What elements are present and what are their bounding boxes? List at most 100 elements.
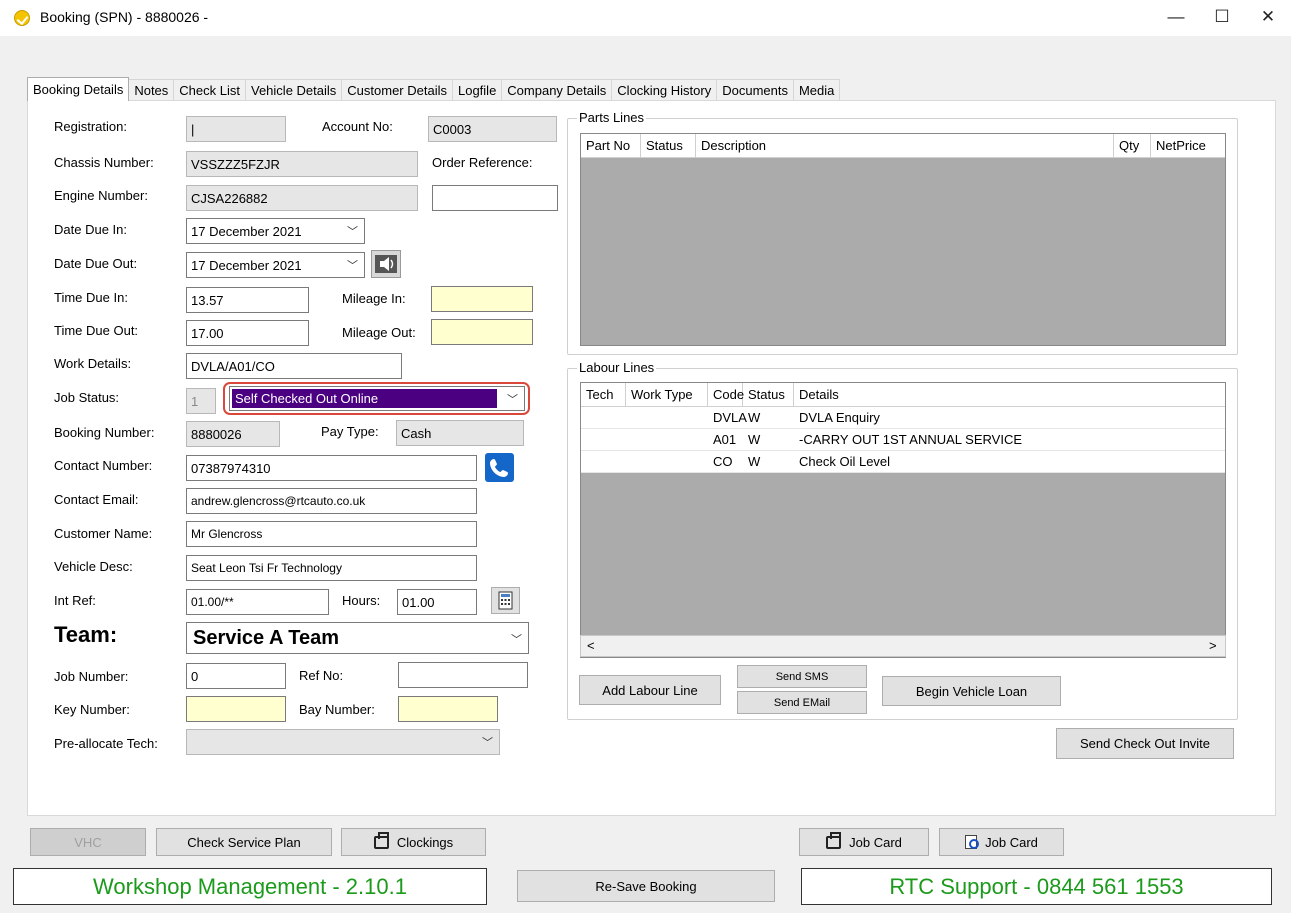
order-reference-field[interactable] xyxy=(432,185,558,211)
time-due-in-field[interactable]: 13.57 xyxy=(186,287,309,313)
mileage-in-field[interactable] xyxy=(431,286,533,312)
contact-email-field[interactable]: andrew.glencross@rtcauto.co.uk xyxy=(186,488,477,514)
add-labour-line-button[interactable]: Add Labour Line xyxy=(579,675,721,705)
date-due-in-picker[interactable]: 17 December 2021 ﹀ xyxy=(186,218,365,244)
tab-check-list[interactable]: Check List xyxy=(173,79,246,101)
contact-number-field[interactable]: 07387974310 xyxy=(186,455,477,481)
engine-field[interactable]: CJSA226882 xyxy=(186,185,418,211)
scroll-right-icon[interactable]: > xyxy=(1209,638,1217,653)
time-due-out-label: Time Due Out: xyxy=(54,323,139,338)
hours-label: Hours: xyxy=(342,593,381,608)
minimize-button[interactable]: — xyxy=(1153,0,1199,34)
mileage-in-label: Mileage In: xyxy=(342,291,406,306)
pay-type-field[interactable]: Cash xyxy=(396,420,524,446)
tab-vehicle-details[interactable]: Vehicle Details xyxy=(245,79,343,101)
phone-icon xyxy=(490,459,508,477)
chevron-down-icon: ﹀ xyxy=(511,634,522,646)
job-status-label: Job Status: xyxy=(54,390,120,405)
tab-customer-details[interactable]: Customer Details xyxy=(341,79,453,101)
preview-job-card-button[interactable]: Job Card xyxy=(939,828,1064,856)
workshop-version-box: Workshop Management - 2.10.1 xyxy=(13,868,487,905)
chassis-field[interactable]: VSSZZZ5FZJR xyxy=(186,151,418,177)
tab-clocking-history[interactable]: Clocking History xyxy=(611,79,718,101)
labour-row[interactable]: DVLA W DVLA Enquiry xyxy=(581,407,1225,429)
support-phone-box: RTC Support - 0844 561 1553 xyxy=(801,868,1272,905)
parts-lines-grid[interactable]: Part No Status Description Qty NetPrice xyxy=(580,133,1226,346)
job-status-value: Self Checked Out Online xyxy=(232,389,497,408)
send-check-out-invite-button[interactable]: Send Check Out Invite xyxy=(1056,728,1234,759)
col-qty[interactable]: Qty xyxy=(1114,134,1151,157)
labour-row[interactable]: CO W Check Oil Level xyxy=(581,451,1225,473)
key-number-label: Key Number: xyxy=(54,702,130,717)
chevron-down-icon: ﹀ xyxy=(347,260,358,272)
scroll-left-icon[interactable]: < xyxy=(587,638,595,653)
maximize-button[interactable]: ☐ xyxy=(1199,0,1245,34)
labour-lines-grid[interactable]: Tech Work Type Code Status Details DVLA … xyxy=(580,382,1226,658)
vehicle-desc-field[interactable]: Seat Leon Tsi Fr Technology xyxy=(186,555,477,581)
time-due-out-field[interactable]: 17.00 xyxy=(186,320,309,346)
account-no-field[interactable]: C0003 xyxy=(428,116,557,142)
job-status-dropdown[interactable]: Self Checked Out Online ﹀ xyxy=(229,386,525,411)
col-part-no[interactable]: Part No xyxy=(581,134,641,157)
col-code[interactable]: Code xyxy=(708,383,744,406)
booking-number-field[interactable]: 8880026 xyxy=(186,421,280,447)
send-sms-button[interactable]: Send SMS xyxy=(737,665,867,688)
customer-name-field[interactable]: Mr Glencross xyxy=(186,521,477,547)
col-netprice[interactable]: NetPrice xyxy=(1151,134,1225,157)
int-ref-label: Int Ref: xyxy=(54,593,96,608)
speaker-button[interactable] xyxy=(371,250,401,278)
col-description[interactable]: Description xyxy=(696,134,1114,157)
vhc-button[interactable]: VHC xyxy=(30,828,146,856)
tab-documents[interactable]: Documents xyxy=(716,79,794,101)
bay-number-label: Bay Number: xyxy=(299,702,375,717)
job-number-field[interactable]: 0 xyxy=(186,663,286,689)
pay-type-label: Pay Type: xyxy=(321,424,379,439)
col-tech[interactable]: Tech xyxy=(581,383,626,406)
cell-status: W xyxy=(748,432,761,447)
check-service-plan-button[interactable]: Check Service Plan xyxy=(156,828,332,856)
team-dropdown[interactable]: Service A Team ﹀ xyxy=(186,622,529,654)
tab-logfile[interactable]: Logfile xyxy=(451,79,503,101)
preview-job-card-label: Job Card xyxy=(985,834,1038,850)
tab-notes[interactable]: Notes xyxy=(128,79,175,101)
order-reference-label: Order Reference: xyxy=(432,155,533,170)
close-button[interactable]: ✕ xyxy=(1245,0,1291,34)
ref-no-field[interactable] xyxy=(398,662,528,688)
work-details-label: Work Details: xyxy=(54,356,132,371)
col-status[interactable]: Status xyxy=(641,134,696,157)
tab-media[interactable]: Media xyxy=(792,79,841,101)
pre-allocate-tech-dropdown[interactable]: ﹀ xyxy=(186,729,500,755)
key-number-field[interactable] xyxy=(186,696,286,722)
cell-tech xyxy=(581,429,626,450)
clockings-button[interactable]: Clockings xyxy=(341,828,486,856)
bay-number-field[interactable] xyxy=(398,696,498,722)
begin-vehicle-loan-button[interactable]: Begin Vehicle Loan xyxy=(882,676,1061,706)
vehicle-desc-label: Vehicle Desc: xyxy=(54,559,133,574)
tab-company-details[interactable]: Company Details xyxy=(501,79,613,101)
hours-field[interactable]: 01.00 xyxy=(397,589,477,615)
registration-field[interactable]: | xyxy=(186,116,286,142)
col-status[interactable]: Status xyxy=(743,383,794,406)
int-ref-field[interactable]: 01.00/** xyxy=(186,589,329,615)
registration-label: Registration: xyxy=(54,119,127,134)
work-details-field[interactable]: DVLA/A01/CO xyxy=(186,353,402,379)
date-due-out-picker[interactable]: 17 December 2021 ﹀ xyxy=(186,252,365,278)
chevron-down-icon: ﹀ xyxy=(507,394,518,406)
col-details[interactable]: Details xyxy=(794,383,1225,406)
cell-details: -CARRY OUT 1ST ANNUAL SERVICE xyxy=(799,432,1022,447)
tab-booking-details[interactable]: Booking Details xyxy=(27,77,130,101)
cell-details: DVLA Enquiry xyxy=(799,410,880,425)
date-due-out-label: Date Due Out: xyxy=(54,256,138,271)
title-bar: Booking (SPN) - 8880026 - — ☐ ✕ xyxy=(0,0,1291,36)
call-button[interactable] xyxy=(485,453,514,482)
printer-icon xyxy=(373,831,389,849)
print-job-card-button[interactable]: Job Card xyxy=(799,828,929,856)
re-save-booking-button[interactable]: Re-Save Booking xyxy=(517,870,775,902)
mileage-out-field[interactable] xyxy=(431,319,533,345)
labour-row[interactable]: A01 W -CARRY OUT 1ST ANNUAL SERVICE xyxy=(581,429,1225,451)
labour-hscrollbar[interactable]: < > xyxy=(580,635,1226,657)
send-email-button[interactable]: Send EMail xyxy=(737,691,867,714)
cell-code: A01 xyxy=(713,432,737,447)
col-work-type[interactable]: Work Type xyxy=(626,383,708,406)
calculator-button[interactable] xyxy=(491,587,520,614)
